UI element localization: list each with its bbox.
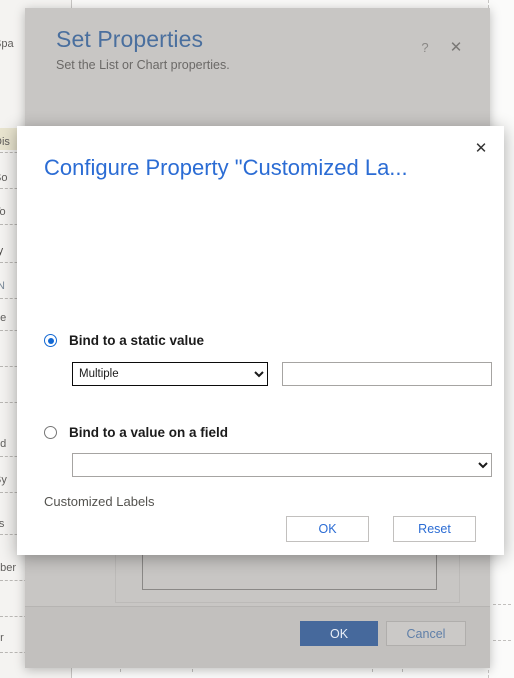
field-value-select[interactable] xyxy=(72,453,492,477)
radio-option-static-value[interactable]: Bind to a static value xyxy=(44,333,204,348)
radio-field-value-label: Bind to a value on a field xyxy=(69,425,229,440)
radio-static-value-label: Bind to a static value xyxy=(69,333,205,348)
background-text-fragment: IN xyxy=(0,280,5,292)
set-properties-ok-button[interactable]: OK xyxy=(300,621,378,646)
property-caption: Customized Labels xyxy=(44,494,155,509)
radio-static-value[interactable] xyxy=(44,334,57,347)
set-properties-footer: OK Cancel xyxy=(25,606,490,668)
set-properties-cancel-button[interactable]: Cancel xyxy=(386,621,466,646)
configure-reset-button[interactable]: Reset xyxy=(393,516,476,542)
background-text-fragment: So xyxy=(0,172,8,184)
configure-property-dialog: ✕ Configure Property "Customized La... B… xyxy=(17,126,504,555)
static-value-input[interactable] xyxy=(282,362,492,386)
background-text-fragment: To xyxy=(0,206,6,218)
configure-property-title: Configure Property "Customized La... xyxy=(44,155,408,180)
background-text-fragment: By xyxy=(0,474,7,486)
help-icon[interactable]: ? xyxy=(415,38,435,58)
background-text-fragment: Dis xyxy=(0,136,10,148)
set-properties-subtitle: Set the List or Chart properties. xyxy=(56,58,230,72)
background-text-fragment: nber xyxy=(0,562,17,574)
background-text-fragment: ry xyxy=(0,245,4,257)
static-value-row: Multiple xyxy=(72,362,492,386)
static-value-type-select[interactable]: Multiple xyxy=(72,362,268,386)
close-icon[interactable]: ✕ xyxy=(468,136,494,162)
set-properties-title: Set Properties xyxy=(56,26,204,52)
background-text-fragment: ils xyxy=(0,518,5,530)
background-text-fragment: od xyxy=(0,438,7,450)
background-text-fragment: er xyxy=(0,632,4,644)
close-icon[interactable]: ✕ xyxy=(446,38,466,58)
radio-field-value[interactable] xyxy=(44,426,57,439)
configure-ok-button[interactable]: OK xyxy=(286,516,369,542)
background-text-fragment: Spa xyxy=(0,38,14,50)
radio-option-field-value[interactable]: Bind to a value on a field xyxy=(44,425,228,440)
set-properties-header: Set Properties Set the List or Chart pro… xyxy=(25,8,490,100)
background-text-fragment: ne xyxy=(0,312,7,324)
